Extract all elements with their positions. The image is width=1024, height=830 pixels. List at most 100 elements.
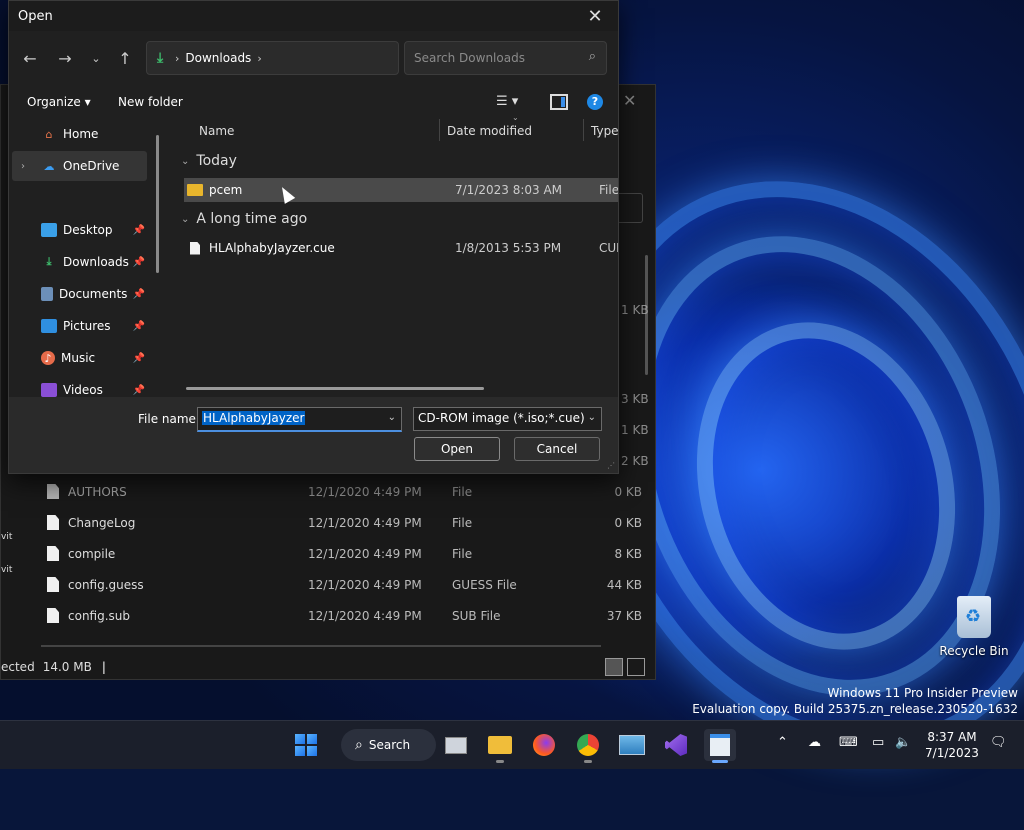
breadcrumb-chevron-icon[interactable]: › [175, 52, 179, 65]
file-type-select[interactable]: CD-ROM image (*.iso;*.cue) ⌄ [413, 407, 602, 431]
preview-pane-icon[interactable] [550, 94, 568, 110]
dialog-close-icon[interactable]: ✕ [572, 1, 618, 31]
file-icon [47, 484, 59, 499]
pin-icon[interactable]: 📌 [133, 257, 145, 268]
file-name-value[interactable]: HLAlphabyJayzer [202, 411, 306, 425]
group-header-long-time-ago[interactable]: ⌄ A long time ago [181, 211, 307, 227]
command-bar: Organize ▾ New folder ☰ ▾ ? [9, 85, 618, 117]
explorer-status-bar: ected 14.0 MB | [1, 656, 651, 678]
help-icon[interactable]: ? [587, 94, 603, 110]
clock-time: 8:37 AM [927, 730, 977, 744]
sidebar-item-home[interactable]: ⌂ Home [12, 119, 147, 149]
taskbar-search[interactable]: ⌕ Search [341, 729, 436, 761]
sidebar-item-pictures[interactable]: Pictures 📌 [12, 311, 147, 341]
cloud-icon: ☁ [43, 159, 55, 173]
group-header-today[interactable]: ⌄ Today [181, 153, 237, 169]
search-input[interactable]: Search Downloads ⌕ [404, 41, 607, 75]
table-row[interactable]: compile 12/1/2020 4:49 PM File 8 KB [47, 538, 647, 569]
large-icons-view-icon[interactable] [627, 658, 645, 676]
expand-chevron-icon[interactable]: › [21, 161, 25, 172]
column-date-modified[interactable]: Date modified [447, 124, 532, 138]
column-name[interactable]: Name [199, 124, 234, 138]
file-name-dropdown-icon[interactable]: ⌄ [388, 412, 396, 423]
taskbar: ⌕ Search ⌃ ☁ ⌨ ▭ 🔈 8:37 AM 7/1/2023 🗨 [0, 720, 1024, 769]
file-name-field[interactable]: HLAlphabyJayzer ⌄ [197, 407, 402, 432]
file-icon [47, 515, 59, 530]
address-bar[interactable]: ⤓ › Downloads › ⌄ ↻ [146, 41, 514, 75]
details-view-icon[interactable] [605, 658, 623, 676]
pin-icon[interactable]: 📌 [133, 321, 145, 332]
organize-button[interactable]: Organize ▾ [27, 95, 91, 109]
videos-icon [41, 383, 57, 397]
search-icon: ⌕ [355, 737, 363, 753]
taskbar-search-label: Search [368, 738, 411, 752]
notepad-icon[interactable] [704, 729, 736, 763]
breadcrumb-chevron-icon[interactable]: › [257, 52, 261, 65]
forward-arrow-icon[interactable]: → [54, 47, 76, 69]
sidebar-scrollbar[interactable] [156, 135, 159, 273]
resize-grip-icon[interactable]: ⋰ [607, 462, 615, 470]
collapse-chevron-icon[interactable]: ⌄ [181, 156, 189, 167]
recycle-bin-shortcut[interactable]: Recycle Bin [938, 596, 1010, 658]
file-type-dropdown-icon[interactable]: ⌄ [588, 412, 596, 423]
control-panel-icon[interactable] [616, 729, 648, 761]
up-arrow-icon[interactable]: ↑ [114, 47, 136, 69]
dialog-footer: File name: HLAlphabyJayzer ⌄ CD-ROM imag… [9, 397, 618, 473]
table-row[interactable]: AUTHORS 12/1/2020 4:49 PM File 0 KB [47, 476, 647, 507]
list-item[interactable]: HLAlphabyJayzer.cue 1/8/2013 5:53 PM CUE… [184, 236, 618, 260]
pin-icon[interactable]: 📌 [133, 225, 145, 236]
firefox-icon[interactable] [528, 729, 560, 761]
collapse-chevron-icon[interactable]: ⌄ [181, 214, 189, 225]
sidebar-item-videos[interactable]: Videos 📌 [12, 375, 147, 397]
volume-icon[interactable]: 🔈 [895, 735, 911, 750]
show-hidden-icons-chevron-icon[interactable]: ⌃ [777, 735, 788, 750]
column-separator[interactable] [439, 119, 440, 141]
sidebar-item-music[interactable]: ♪ Music 📌 [12, 343, 147, 373]
chrome-icon[interactable] [572, 729, 604, 763]
table-row[interactable]: config.guess 12/1/2020 4:49 PM GUESS Fil… [47, 569, 647, 600]
pin-icon[interactable]: 📌 [133, 385, 145, 396]
chrome-glyph [577, 734, 599, 756]
notifications-icon[interactable]: 🗨 [990, 735, 1007, 750]
file-list-horizontal-scrollbar[interactable] [186, 387, 484, 390]
new-folder-button[interactable]: New folder [118, 95, 183, 109]
breadcrumb-downloads[interactable]: Downloads [185, 51, 251, 65]
file-list: Name ⌄ Date modified Type ⌄ Today pcem 7… [175, 117, 618, 395]
dialog-title-bar[interactable]: Open ✕ [9, 1, 618, 31]
explorer-horizontal-scrollbar[interactable] [41, 645, 601, 647]
table-row[interactable]: ChangeLog 12/1/2020 4:49 PM File 0 KB [47, 507, 647, 538]
running-indicator [496, 760, 504, 763]
change-view-icon[interactable]: ☰ ▾ [496, 94, 528, 110]
cancel-button[interactable]: Cancel [514, 437, 600, 461]
column-separator[interactable] [583, 119, 584, 141]
start-button[interactable] [290, 729, 322, 761]
pin-icon[interactable]: 📌 [133, 289, 145, 300]
sidebar-item-desktop[interactable]: Desktop 📌 [12, 215, 147, 245]
sidebar-item-downloads[interactable]: ⤓ Downloads 📌 [12, 247, 147, 277]
view-toggle [605, 658, 645, 676]
sidebar-item-documents[interactable]: Documents 📌 [12, 279, 147, 309]
list-item[interactable]: pcem 7/1/2023 8:03 AM File fo [184, 178, 618, 202]
network-icon[interactable]: ▭ [872, 735, 884, 750]
clock[interactable]: 8:37 AM 7/1/2023 [918, 729, 986, 761]
open-button[interactable]: Open [414, 437, 500, 461]
recent-locations-chevron-icon[interactable]: ⌄ [85, 47, 107, 69]
table-row[interactable]: config.sub 12/1/2020 4:49 PM SUB File 37… [47, 600, 647, 631]
sidebar-item-onedrive[interactable]: › ☁ OneDrive [12, 151, 147, 181]
partial-size: 1 KB [621, 423, 649, 437]
status-selected: ected [1, 660, 35, 674]
task-view-icon[interactable] [440, 729, 472, 761]
notepad-glyph [710, 734, 730, 756]
recycle-bin-label: Recycle Bin [939, 644, 1009, 658]
file-explorer-icon[interactable] [484, 729, 516, 763]
column-type[interactable]: Type [591, 124, 618, 138]
back-arrow-icon[interactable]: ← [19, 47, 41, 69]
keyboard-icon[interactable]: ⌨ [839, 735, 858, 750]
file-icon [47, 577, 59, 592]
music-icon: ♪ [41, 351, 55, 365]
onedrive-offline-icon[interactable]: ☁ [808, 735, 821, 750]
explorer-close-icon[interactable]: ✕ [623, 91, 636, 110]
recycle-bin-icon [957, 596, 991, 638]
visual-studio-icon[interactable] [660, 729, 692, 761]
pin-icon[interactable]: 📌 [133, 353, 145, 364]
